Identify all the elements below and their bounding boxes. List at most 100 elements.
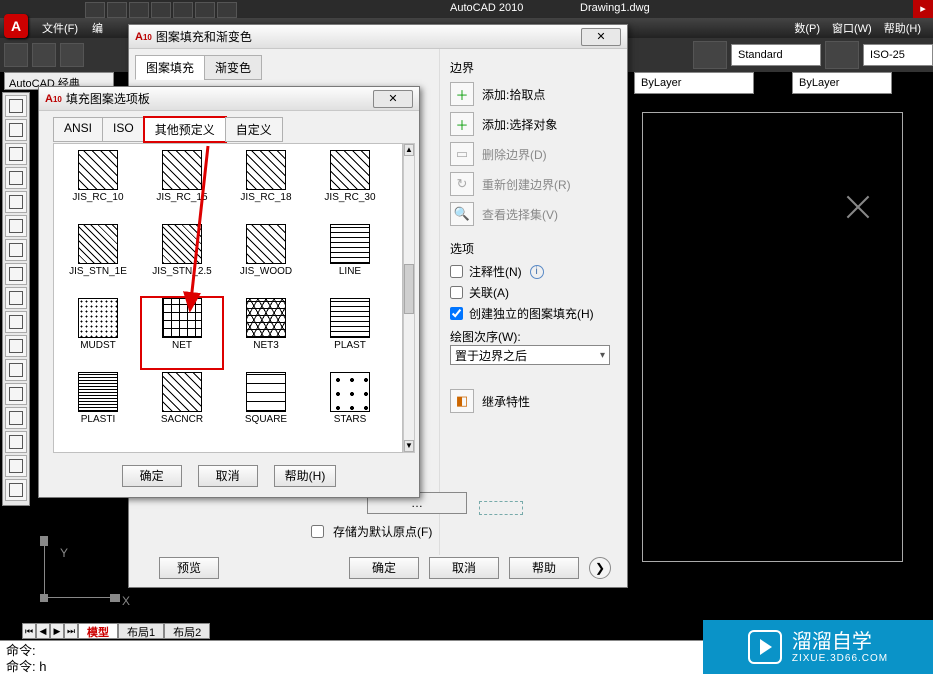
menu-window[interactable]: 窗口(W)	[828, 20, 876, 36]
add-select-icon[interactable]: ＋	[450, 112, 474, 136]
tool-block-icon[interactable]	[5, 383, 27, 405]
pattern-jis_rc_18[interactable]: JIS_RC_18	[224, 148, 308, 222]
tab-other-predefined[interactable]: 其他预定义	[144, 117, 226, 142]
text-style-icon[interactable]	[693, 41, 727, 69]
tab-next-icon[interactable]: ▶	[50, 623, 64, 639]
tool-polyline-icon[interactable]	[5, 119, 27, 141]
tool-line-icon[interactable]	[5, 95, 27, 117]
scroll-thumb[interactable]	[404, 264, 414, 314]
close-button[interactable]: ✕	[581, 28, 621, 46]
tool-icon[interactable]	[60, 43, 84, 67]
tab-layout1[interactable]: 布局1	[118, 623, 164, 639]
pattern-jis_rc_30[interactable]: JIS_RC_30	[308, 148, 392, 222]
tab-gradient[interactable]: 渐变色	[204, 55, 262, 80]
hatch-dialog-title-bar[interactable]: A10 图案填充和渐变色 ✕	[129, 25, 627, 49]
tab-hatch-pattern[interactable]: 图案填充	[135, 55, 205, 80]
pattern-list[interactable]: JIS_RC_10JIS_RC_15JIS_RC_18JIS_RC_30JIS_…	[53, 143, 403, 453]
qat-btn[interactable]	[129, 2, 149, 18]
add-pick-point-label[interactable]: 添加:拾取点	[482, 86, 545, 103]
tool-arc-icon[interactable]	[5, 167, 27, 189]
qat-btn[interactable]	[107, 2, 127, 18]
pattern-jis_rc_10[interactable]: JIS_RC_10	[56, 148, 140, 222]
add-select-label[interactable]: 添加:选择对象	[482, 116, 557, 133]
info-icon[interactable]: i	[530, 265, 544, 279]
dim-style-combo[interactable]: ISO-25	[863, 44, 933, 66]
help-button[interactable]: 帮助	[509, 557, 579, 579]
pattern-jis_stn_2.5[interactable]: JIS_STN_2.5	[140, 222, 224, 296]
tool-hatch-icon[interactable]	[5, 287, 27, 309]
tool-table-icon[interactable]	[5, 335, 27, 357]
annotative-checkbox[interactable]	[450, 265, 463, 278]
pattern-stars[interactable]: STARS	[308, 370, 392, 444]
text-style-combo[interactable]: Standard	[731, 44, 821, 66]
add-pick-point-icon[interactable]: ＋	[450, 82, 474, 106]
qat-btn[interactable]	[195, 2, 215, 18]
tab-iso[interactable]: ISO	[102, 117, 145, 142]
pattern-jis_wood[interactable]: JIS_WOOD	[224, 222, 308, 296]
pattern-net[interactable]: NET	[140, 296, 224, 370]
color-combo[interactable]: ByLayer	[634, 72, 754, 94]
dim-style-icon[interactable]	[825, 41, 859, 69]
menu-edit[interactable]: 编	[88, 20, 107, 36]
scroll-down-icon[interactable]: ▼	[404, 440, 414, 452]
pattern-plasti[interactable]: PLASTI	[56, 370, 140, 444]
tab-custom[interactable]: 自定义	[225, 117, 283, 142]
close-button[interactable]: ✕	[373, 90, 413, 108]
pattern-plast[interactable]: PLAST	[308, 296, 392, 370]
tool-circle-icon[interactable]	[5, 143, 27, 165]
tool-point-icon[interactable]	[5, 263, 27, 285]
pattern-jis_stn_1e[interactable]: JIS_STN_1E	[56, 222, 140, 296]
scrollbar[interactable]: ▲ ▼	[403, 143, 415, 453]
palette-title-bar[interactable]: A10 填充图案选项板 ✕	[39, 87, 419, 111]
menu-file[interactable]: 文件(F)	[38, 20, 82, 36]
qat-btn[interactable]	[85, 2, 105, 18]
qat-btn[interactable]	[217, 2, 237, 18]
pattern-line[interactable]: LINE	[308, 222, 392, 296]
tool-more-icon[interactable]	[5, 479, 27, 501]
tool-more-icon[interactable]	[5, 431, 27, 453]
pattern-jis_rc_15[interactable]: JIS_RC_15	[140, 148, 224, 222]
tool-spline-icon[interactable]	[5, 215, 27, 237]
menu-help[interactable]: 帮助(H)	[880, 20, 925, 36]
tool-rect-icon[interactable]	[5, 191, 27, 213]
qat-btn[interactable]	[173, 2, 193, 18]
cancel-button[interactable]: 取消	[429, 557, 499, 579]
layout-tabs[interactable]: ⏮ ◀ ▶ ⏭ 模型 布局1 布局2	[22, 622, 210, 640]
pattern-net3[interactable]: NET3	[224, 296, 308, 370]
pattern-square[interactable]: SQUARE	[224, 370, 308, 444]
tool-icon[interactable]	[4, 43, 28, 67]
preview-button[interactable]: 预览	[159, 557, 219, 579]
inherit-props-icon[interactable]: ◧	[450, 389, 474, 413]
qat-btn[interactable]	[151, 2, 171, 18]
tool-icon[interactable]	[32, 43, 56, 67]
tool-ellipse-icon[interactable]	[5, 239, 27, 261]
scroll-up-icon[interactable]: ▲	[404, 144, 414, 156]
ribbon-toggle-button[interactable]: ▸	[913, 0, 933, 18]
tab-first-icon[interactable]: ⏮	[22, 623, 36, 639]
tab-model[interactable]: 模型	[78, 623, 118, 639]
store-default-checkbox[interactable]	[311, 525, 324, 538]
tab-ansi[interactable]: ANSI	[53, 117, 103, 142]
draw-order-combo[interactable]: 置于边界之后	[450, 345, 610, 365]
hatch-tabs[interactable]: 图案填充 渐变色	[135, 55, 433, 80]
ok-button[interactable]: 确定	[349, 557, 419, 579]
inherit-props-label[interactable]: 继承特性	[482, 393, 530, 410]
pattern-sacncr[interactable]: SACNCR	[140, 370, 224, 444]
tool-more-icon[interactable]	[5, 455, 27, 477]
pattern-mudst[interactable]: MUDST	[56, 296, 140, 370]
ok-button[interactable]: 确定	[122, 465, 182, 487]
expand-button[interactable]: ❯	[589, 557, 611, 579]
linetype-combo[interactable]: ByLayer	[792, 72, 892, 94]
independent-checkbox[interactable]	[450, 307, 463, 320]
tab-last-icon[interactable]: ⏭	[64, 623, 78, 639]
cancel-button[interactable]: 取消	[198, 465, 258, 487]
menu-param[interactable]: 数(P)	[790, 20, 824, 36]
app-menu-icon[interactable]: A	[4, 14, 28, 38]
tool-text-icon[interactable]	[5, 359, 27, 381]
tab-layout2[interactable]: 布局2	[164, 623, 210, 639]
tab-nav-buttons[interactable]: ⏮ ◀ ▶ ⏭	[22, 623, 78, 639]
tool-region-icon[interactable]	[5, 311, 27, 333]
tab-prev-icon[interactable]: ◀	[36, 623, 50, 639]
help-button[interactable]: 帮助(H)	[274, 465, 337, 487]
palette-tabs[interactable]: ANSI ISO 其他预定义 自定义	[53, 117, 413, 142]
